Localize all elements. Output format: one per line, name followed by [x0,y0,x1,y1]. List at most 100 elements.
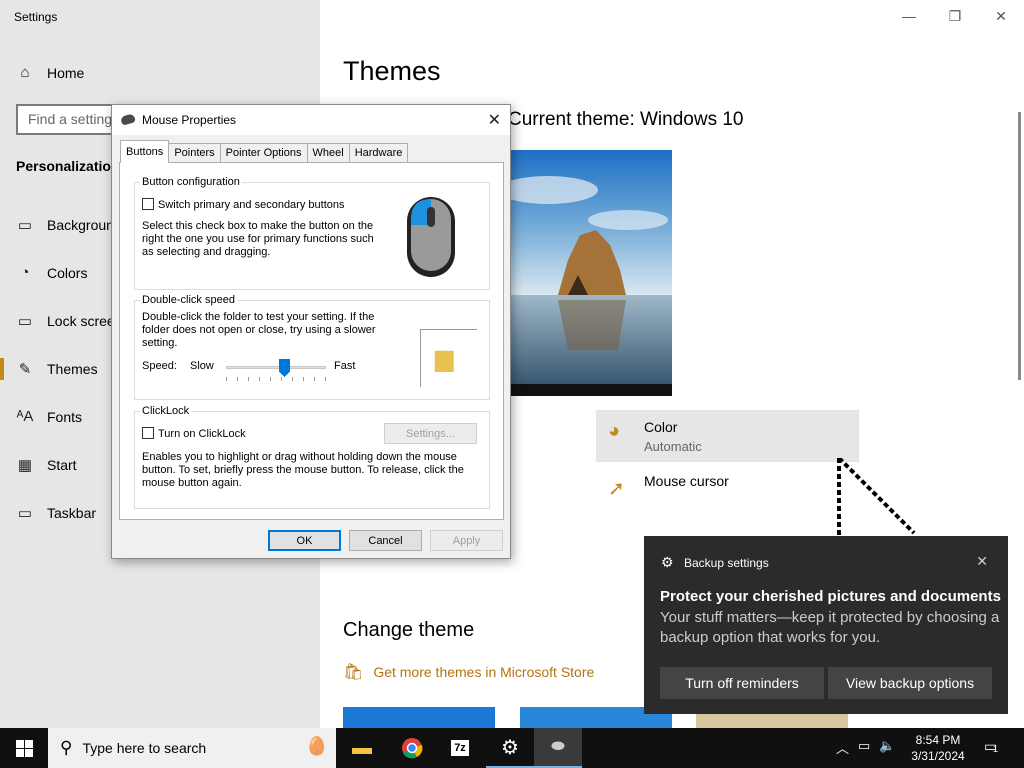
clicklock-description: Enables you to highlight or drag without… [142,451,464,489]
sidebar-item-colors[interactable]: ◔ Colors [16,264,87,281]
notification-close-button[interactable]: ✕ [976,553,988,570]
current-theme-label: Current theme: Windows 10 [508,109,744,130]
maximize-button[interactable]: ❐ [932,0,978,32]
color-option-label: Color [644,419,678,435]
close-button[interactable]: ✕ [978,0,1024,32]
search-icon: ⚲ [60,738,73,757]
active-indicator [0,358,4,380]
dialog-titlebar[interactable]: Mouse Properties ✕ [112,105,510,135]
store-icon: 🛍 [343,664,364,681]
change-theme-heading: Change theme [343,619,475,641]
sidebar-item-label: Start [47,457,77,473]
sidebar-item-label: Fonts [47,408,83,425]
tab-pointer-options[interactable]: Pointer Options [219,143,308,163]
sidebar-item-taskbar[interactable]: ▭ Taskbar [16,504,96,522]
page-title: Themes [343,56,441,86]
cancel-button[interactable]: Cancel [349,530,422,551]
theme-preview-image [508,150,672,396]
ok-button[interactable]: OK [268,530,341,551]
settings-icon[interactable]: ⚙ [486,728,534,768]
network-icon[interactable]: ▭ [858,738,870,757]
view-backup-options-button[interactable]: View backup options [828,667,992,699]
minimize-button[interactable]: — [886,0,932,32]
taskbar: ⚲ Type here to search 🥚 ▬ 7z ⚙ ⬬ ︿ ▭ 🔈 8… [0,728,1024,768]
dialog-close-button[interactable]: ✕ [488,110,501,130]
tab-hardware[interactable]: Hardware [348,143,409,163]
notification-app-name: Backup settings [684,556,769,570]
fast-label: Fast [334,360,356,372]
sidebar-item-themes[interactable]: ✎ Themes [16,360,98,378]
group-label: ClickLock [140,405,192,417]
brush-icon: ✎ [18,361,32,378]
clock[interactable]: 8:54 PM 3/31/2024 [906,732,970,764]
palette-icon: ◔ [20,264,30,281]
clock-date: 3/31/2024 [911,749,965,763]
lock-screen-icon: ▭ [17,313,33,330]
button-config-description: Select this check box to make the button… [142,220,374,258]
tab-pointers[interactable]: Pointers [168,143,221,163]
checkbox-box [142,427,154,439]
double-click-description: Double-click the folder to test your set… [142,311,376,349]
window-title: Settings [14,10,58,24]
mouse-illustration-icon [407,197,455,277]
mouse-icon [120,113,136,126]
turn-off-reminders-button[interactable]: Turn off reminders [660,667,824,699]
group-label: Double-click speed [140,294,237,306]
action-center-icon[interactable]: ▭ 1 [984,738,999,755]
tab-wheel[interactable]: Wheel [306,143,350,163]
clicklock-settings-button[interactable]: Settings... [384,423,477,444]
easter-eggs-icon: 🥚 [305,736,328,756]
palette-icon: ◕ [608,420,621,442]
sidebar-item-fonts[interactable]: ᴬA Fonts [16,408,82,425]
notification-count: 1 [993,744,999,754]
slider-ticks [226,377,326,381]
nav-home[interactable]: ⌂ Home [16,64,84,81]
clicklock-checkbox[interactable]: Turn on ClickLock [142,427,246,441]
slider-track [226,366,326,369]
tab-panel: Button configuration Switch primary and … [119,162,504,520]
group-label: Button configuration [140,176,242,188]
sidebar-item-label: Taskbar [47,505,97,521]
taskbar-search-box[interactable]: ⚲ Type here to search 🥚 [48,728,336,768]
slow-label: Slow [190,360,214,372]
scrollbar[interactable] [1018,112,1021,380]
dialog-title: Mouse Properties [142,113,237,127]
store-link-label: Get more themes in Microsoft Store [373,664,595,680]
sidebar-item-label: Colors [47,264,88,281]
chrome-icon[interactable] [388,728,436,768]
7zip-icon[interactable]: 7z [436,728,484,768]
test-folder-area[interactable]: ▆ [420,329,477,387]
home-icon: ⌂ [20,64,30,81]
nav-home-label: Home [47,64,85,81]
file-explorer-icon[interactable]: ▬ [338,728,386,768]
mouse-cursor-option[interactable]: ➚ Mouse cursor [596,466,859,506]
windows-logo-icon [15,739,33,757]
sidebar-item-start[interactable]: ▦ Start [16,456,77,474]
taskbar-search-placeholder: Type here to search [82,740,207,756]
section-heading: Personalization [16,158,120,174]
clock-time: 8:54 PM [915,733,961,747]
switch-buttons-checkbox[interactable]: Switch primary and secondary buttons [142,198,344,212]
gear-icon: ⚙ [661,554,674,570]
double-click-speed-slider[interactable] [226,359,326,383]
sidebar-item-lock-screen[interactable]: ▭ Lock screen [16,312,123,330]
color-option[interactable]: ◕ Color Automatic [596,410,859,462]
chevron-up-icon[interactable]: ︿ [836,738,849,757]
store-link[interactable]: 🛍 Get more themes in Microsoft Store [343,662,594,682]
backup-notification[interactable]: ⚙ Backup settings ✕ Protect your cherish… [644,536,1008,714]
mouse-properties-dialog: Mouse Properties ✕ Buttons Pointers Poin… [111,104,511,559]
tab-buttons[interactable]: Buttons [120,140,170,163]
window-controls: — ❐ ✕ [886,0,1024,32]
slider-thumb[interactable] [279,359,290,377]
notification-body: Your stuff matters—keep it protected by … [660,609,1000,646]
taskbar-icon: ▭ [17,505,33,522]
apply-button[interactable]: Apply [430,530,503,551]
theme-thumbnail[interactable] [343,707,495,728]
volume-icon[interactable]: 🔈 [879,738,895,757]
sidebar-item-background[interactable]: ▭ Background [16,216,122,234]
start-button[interactable] [0,728,48,768]
cursor-icon [837,458,916,536]
checkbox-label: Switch primary and secondary buttons [158,199,345,211]
system-tray: ︿ ▭ 🔈 [836,738,896,757]
mouse-properties-icon[interactable]: ⬬ [534,728,582,768]
